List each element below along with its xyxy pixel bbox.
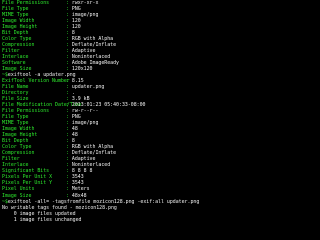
terminal-window[interactable]: File Permissions: rwxr-xr-x File Type: PN… bbox=[0, 0, 305, 240]
exif-output-block-1: File Permissions: rwxr-xr-x File Type: PN… bbox=[2, 0, 305, 72]
exif-value: updater.png bbox=[71, 84, 105, 91]
output-line: 1 image files unchanged bbox=[2, 216, 82, 223]
exif-output-block-2: ExifTool Version Number: 8.15 File Name: … bbox=[2, 78, 305, 198]
